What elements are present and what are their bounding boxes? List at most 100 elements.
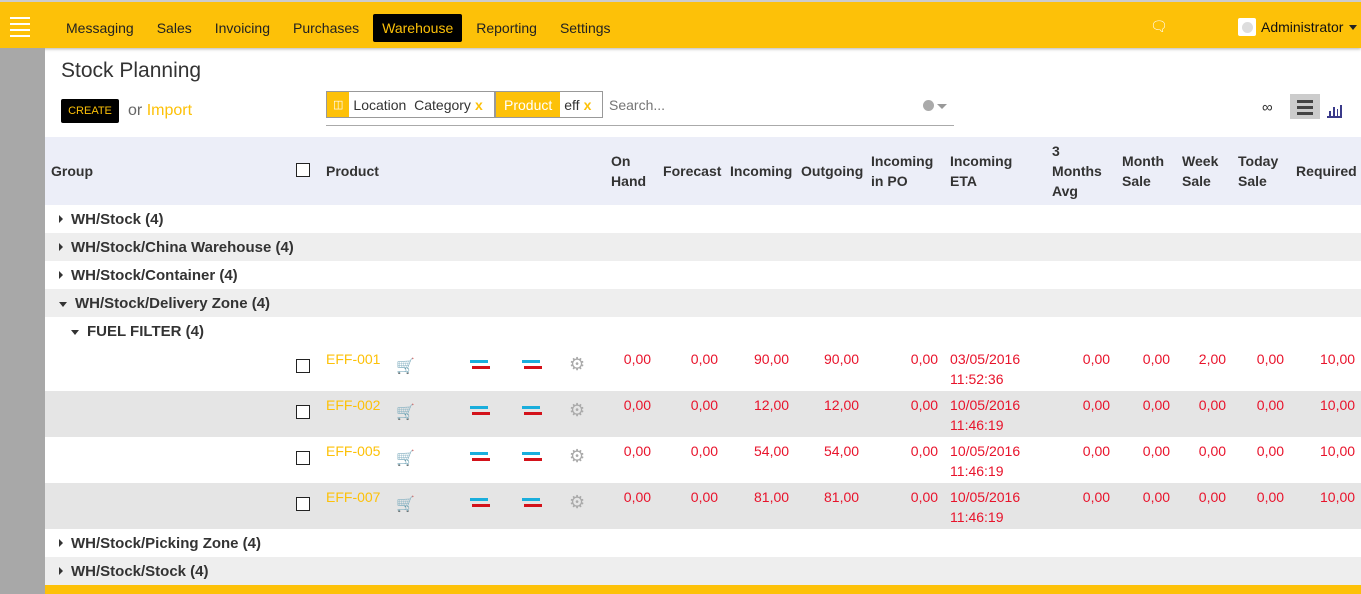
chat-icon[interactable]: 🗨 <box>1150 18 1168 35</box>
required-cell: 10,00 <box>1290 483 1361 529</box>
col-incoming-eta[interactable]: Incoming ETA <box>944 137 1047 205</box>
group-row[interactable]: FUEL FILTER (4) <box>45 317 1361 345</box>
left-sidebar <box>0 48 45 594</box>
list-view-icon[interactable] <box>1290 94 1320 119</box>
col-outgoing[interactable]: Outgoing <box>795 137 866 205</box>
cart-icon[interactable]: 🛒 <box>396 449 415 467</box>
app-menu-icon[interactable] <box>10 17 30 41</box>
col-3-months-avg[interactable]: 3 Months Avg <box>1046 137 1117 205</box>
main-menu: Messaging Sales Invoicing Purchases Ware… <box>57 14 625 42</box>
cart-icon[interactable]: 🛒 <box>396 495 415 513</box>
menu-settings[interactable]: Settings <box>551 14 620 42</box>
group-row[interactable]: WH/Stock/Stock (4) <box>45 557 1361 585</box>
group-cell[interactable]: WH/Stock/Stock (4) <box>45 557 1361 585</box>
col-forecast[interactable]: Forecast <box>657 137 725 205</box>
group-row[interactable]: WH/Stock/Picking Zone (4) <box>45 529 1361 557</box>
outgoing-cell: 12,00 <box>795 391 866 437</box>
cart-icon[interactable]: 🛒 <box>396 357 415 375</box>
menu-warehouse[interactable]: Warehouse <box>373 14 463 42</box>
menu-sales[interactable]: Sales <box>148 14 201 42</box>
remove-facet-icon[interactable]: x <box>584 97 596 113</box>
transfer-arrows-icon[interactable] <box>522 405 542 417</box>
caret-right-icon <box>59 566 63 575</box>
infinite-view-icon[interactable]: ∞ <box>1262 99 1273 116</box>
table-row[interactable]: EFF-007 🛒 ⚙ 0,00 0,00 81,00 81,00 0,00 10/05… <box>45 483 1361 529</box>
create-button[interactable]: CREATE <box>61 99 119 123</box>
col-on-hand[interactable]: On Hand <box>605 137 658 205</box>
col-incoming[interactable]: Incoming <box>724 137 796 205</box>
product-cell: EFF-005 <box>320 437 390 483</box>
transfer-arrows-icon[interactable] <box>470 497 490 509</box>
group-cell[interactable]: WH/Stock/Delivery Zone (4) <box>45 289 1361 317</box>
transfer-arrows-icon[interactable] <box>522 497 542 509</box>
col-month-sale[interactable]: Month Sale <box>1116 137 1177 205</box>
caret-down-icon <box>1349 24 1358 30</box>
gear-cell: ⚙ <box>560 483 606 529</box>
transfer-cell <box>510 345 560 391</box>
menu-purchases[interactable]: Purchases <box>284 14 368 42</box>
select-all-checkbox[interactable] <box>296 162 310 177</box>
group-cell[interactable]: WH/Stock/China Warehouse (4) <box>45 233 1361 261</box>
today-cell: 0,00 <box>1232 483 1291 529</box>
table-header: Group Product On Hand Forecast Incoming … <box>45 137 1361 205</box>
avg3-cell: 0,00 <box>1046 483 1117 529</box>
group-cell[interactable]: WH/Stock/Picking Zone (4) <box>45 529 1361 557</box>
search-input[interactable] <box>609 97 899 113</box>
gear-icon[interactable]: ⚙ <box>569 446 585 467</box>
menu-messaging[interactable]: Messaging <box>57 14 143 42</box>
incoming-cell: 90,00 <box>754 351 790 367</box>
group-row[interactable]: WH/Stock/Container (4) <box>45 261 1361 289</box>
top-navbar: Messaging Sales Invoicing Purchases Ware… <box>0 0 1361 48</box>
col-incoming-po[interactable]: Incoming in PO <box>865 137 945 205</box>
gear-icon[interactable]: ⚙ <box>569 354 585 375</box>
row-checkbox[interactable] <box>296 497 310 511</box>
table-row[interactable]: EFF-001 🛒 ⚙ 0,00 0,00 90,00 90,00 0,00 03/05… <box>45 345 1361 391</box>
transfer-arrows-icon[interactable] <box>470 451 490 463</box>
gear-icon[interactable]: ⚙ <box>569 492 585 513</box>
product-link[interactable]: EFF-002 <box>326 397 380 413</box>
product-link[interactable]: EFF-001 <box>326 351 380 367</box>
avatar <box>1238 18 1256 36</box>
transfer-arrows-icon[interactable] <box>470 405 490 417</box>
menu-reporting[interactable]: Reporting <box>467 14 546 42</box>
search-options-dropdown-icon[interactable] <box>937 104 947 109</box>
graph-view-icon[interactable] <box>1327 104 1342 118</box>
table-row[interactable]: EFF-002 🛒 ⚙ 0,00 0,00 12,00 12,00 0,00 10/05… <box>45 391 1361 437</box>
outgoing-cell: 54,00 <box>824 443 860 459</box>
user-menu[interactable]: Administrator <box>1238 18 1358 36</box>
row-checkbox[interactable] <box>296 451 310 465</box>
transfer-arrows-icon[interactable] <box>470 359 490 371</box>
transfer-cell <box>440 483 510 529</box>
row-checkbox[interactable] <box>296 405 310 419</box>
menu-invoicing[interactable]: Invoicing <box>206 14 279 42</box>
clear-search-icon[interactable] <box>923 100 934 111</box>
group-cell[interactable]: FUEL FILTER (4) <box>45 317 1361 345</box>
caret-right-icon <box>59 242 63 251</box>
product-link[interactable]: EFF-007 <box>326 489 380 505</box>
group-label: WH/Stock/Container (4) <box>71 266 238 284</box>
group-row[interactable]: WH/Stock/Delivery Zone (4) <box>45 289 1361 317</box>
col-week-sale[interactable]: Week Sale <box>1176 137 1233 205</box>
incoming-po-cell: 0,00 <box>865 391 945 437</box>
incoming-cell: 12,00 <box>724 391 796 437</box>
cart-icon[interactable]: 🛒 <box>396 403 415 421</box>
col-group[interactable]: Group <box>45 137 290 205</box>
gear-icon[interactable]: ⚙ <box>569 400 585 421</box>
transfer-arrows-icon[interactable] <box>522 359 542 371</box>
product-link[interactable]: EFF-005 <box>326 443 380 459</box>
row-checkbox[interactable] <box>296 359 310 373</box>
group-row[interactable]: WH/Stock/China Warehouse (4) <box>45 233 1361 261</box>
facet-product[interactable]: Product eff x <box>495 91 603 118</box>
facet-location-category[interactable]: ◫ Location Category x <box>326 91 495 118</box>
remove-facet-icon[interactable]: x <box>475 97 487 113</box>
col-today-sale[interactable]: Today Sale <box>1232 137 1291 205</box>
group-cell[interactable]: WH/Stock (4) <box>45 205 1361 233</box>
group-row[interactable]: WH/Stock (4) <box>45 205 1361 233</box>
group-cell[interactable]: WH/Stock/Container (4) <box>45 261 1361 289</box>
required-cell: 10,00 <box>1320 443 1356 459</box>
transfer-arrows-icon[interactable] <box>522 451 542 463</box>
import-link[interactable]: Import <box>147 102 192 119</box>
col-product[interactable]: Product <box>320 137 606 205</box>
table-row[interactable]: EFF-005 🛒 ⚙ 0,00 0,00 54,00 54,00 0,00 10/05… <box>45 437 1361 483</box>
col-required[interactable]: Required <box>1290 137 1361 205</box>
